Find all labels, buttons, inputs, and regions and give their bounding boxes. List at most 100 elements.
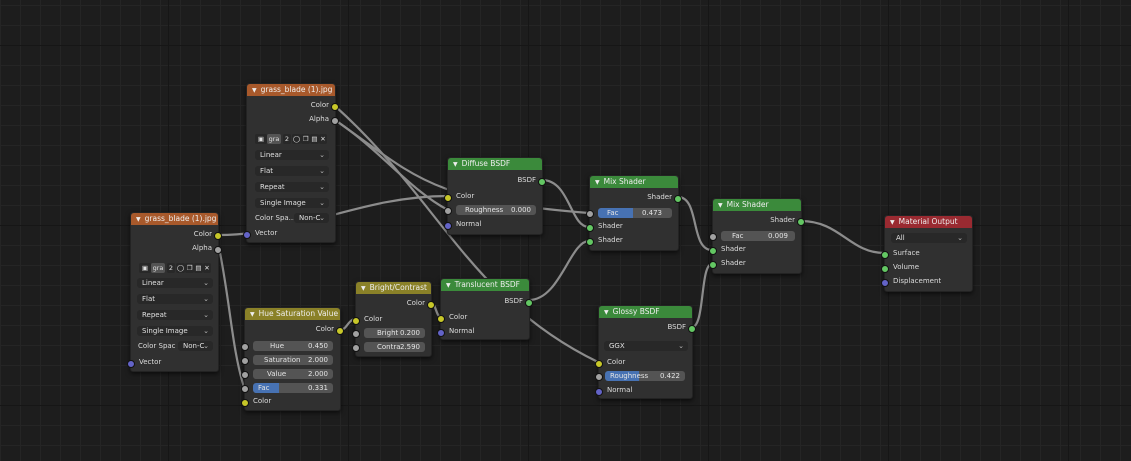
colorspace-dropdown[interactable]: Non-C ⌄: [178, 341, 213, 351]
value-field[interactable]: Value 2.000: [253, 369, 333, 379]
new-image-icon[interactable]: ❐: [301, 134, 310, 144]
input-color-socket[interactable]: [595, 360, 603, 368]
input-vector-socket[interactable]: [127, 360, 135, 368]
collapse-icon[interactable]: ▼: [890, 217, 895, 228]
image-browse-icon[interactable]: ▣: [255, 134, 267, 144]
input-fac-socket[interactable]: [709, 233, 717, 241]
interpolation-dropdown[interactable]: Linear ⌄: [255, 150, 329, 160]
hue-saturation-value-node[interactable]: ▼ Hue Saturation Value Color Hue 0.450 Sat…: [241, 307, 344, 411]
colorspace-dropdown[interactable]: Non-C ⌄: [294, 213, 329, 223]
input-fac-socket[interactable]: [241, 385, 249, 393]
output-alpha-socket[interactable]: [214, 246, 222, 254]
output-alpha-socket[interactable]: [331, 117, 339, 125]
roughness-field[interactable]: Roughness 0.000: [456, 205, 536, 215]
material-output-node[interactable]: ▼ Material Output All ⌄ Surface Volume Dis…: [881, 215, 973, 292]
image-name-field[interactable]: gra: [267, 134, 281, 144]
input-bright-socket[interactable]: [352, 330, 360, 338]
node-header[interactable]: ▼ Translucent BSDF: [441, 279, 529, 291]
collapse-icon[interactable]: ▼: [595, 177, 600, 188]
source-dropdown[interactable]: Single Image ⌄: [255, 198, 329, 208]
extension-dropdown[interactable]: Repeat ⌄: [137, 310, 213, 320]
output-bsdf-socket[interactable]: [525, 299, 533, 307]
image-name-field[interactable]: gra: [151, 263, 165, 273]
node-header[interactable]: ▼ grass_blade (1).jpg: [247, 84, 335, 96]
glossy-bsdf-node[interactable]: ▼ Glossy BSDF BSDF GGX ⌄ Color Roughness 0.…: [595, 305, 696, 399]
projection-dropdown[interactable]: Flat ⌄: [255, 166, 329, 176]
translucent-bsdf-node[interactable]: ▼ Translucent BSDF BSDF Color Normal: [437, 278, 533, 340]
output-shader-socket[interactable]: [797, 218, 805, 226]
new-image-icon[interactable]: ❐: [185, 263, 194, 273]
input-saturation-socket[interactable]: [241, 357, 249, 365]
hue-field[interactable]: Hue 0.450: [253, 341, 333, 351]
node-header[interactable]: ▼ Mix Shader: [713, 199, 801, 211]
collapse-icon[interactable]: ▼: [453, 159, 458, 170]
input-displacement-socket[interactable]: [881, 279, 889, 287]
input-shader1-socket[interactable]: [709, 247, 717, 255]
collapse-icon[interactable]: ▼: [446, 280, 451, 291]
fake-user-icon[interactable]: ◯: [176, 263, 185, 273]
target-dropdown[interactable]: All ⌄: [891, 233, 967, 243]
extension-dropdown[interactable]: Repeat ⌄: [255, 182, 329, 192]
contrast-field[interactable]: Contra 2.590: [364, 342, 425, 352]
collapse-icon[interactable]: ▼: [718, 200, 723, 211]
node-header[interactable]: ▼ Bright/Contrast: [356, 282, 431, 294]
bright-field[interactable]: Bright 0.200: [364, 328, 425, 338]
input-value-socket[interactable]: [241, 371, 249, 379]
collapse-icon[interactable]: ▼: [252, 85, 257, 96]
output-color-socket[interactable]: [331, 103, 339, 111]
distribution-dropdown[interactable]: GGX ⌄: [604, 341, 688, 351]
node-header[interactable]: ▼ Material Output: [885, 216, 972, 228]
fac-slider[interactable]: Fac 0.473: [598, 208, 672, 218]
input-contrast-socket[interactable]: [352, 344, 360, 352]
mix-shader-node-1[interactable]: ▼ Mix Shader Shader Fac 0.473 Shader Shade…: [586, 175, 682, 251]
image-texture-node-1[interactable]: ▼ grass_blade (1).jpg Color Alpha ▣ gra 2…: [243, 83, 339, 243]
fake-user-icon[interactable]: ◯: [292, 134, 301, 144]
unlink-image-icon[interactable]: ✕: [203, 263, 211, 273]
input-color-socket[interactable]: [444, 194, 452, 202]
output-color-socket[interactable]: [214, 232, 222, 240]
mix-shader-node-2[interactable]: ▼ Mix Shader Shader Fac 0.009 Shader Shade…: [709, 198, 805, 274]
node-header[interactable]: ▼ Hue Saturation Value: [245, 308, 340, 320]
input-normal-socket[interactable]: [437, 329, 445, 337]
collapse-icon[interactable]: ▼: [136, 214, 141, 225]
open-image-icon[interactable]: ▤: [310, 134, 319, 144]
input-shader2-socket[interactable]: [709, 261, 717, 269]
output-shader-socket[interactable]: [674, 195, 682, 203]
image-users-count[interactable]: 2: [283, 134, 291, 144]
input-vector-socket[interactable]: [243, 231, 251, 239]
collapse-icon[interactable]: ▼: [604, 307, 609, 318]
output-color-socket[interactable]: [427, 301, 435, 309]
input-fac-socket[interactable]: [586, 210, 594, 218]
input-color-socket[interactable]: [352, 317, 360, 325]
node-header[interactable]: ▼ Glossy BSDF: [599, 306, 692, 318]
bright-contrast-node[interactable]: ▼ Bright/Contrast Color Color Bright 0.200…: [352, 281, 435, 357]
image-browse-icon[interactable]: ▣: [139, 263, 151, 273]
input-volume-socket[interactable]: [881, 265, 889, 273]
diffuse-bsdf-node[interactable]: ▼ Diffuse BSDF BSDF Color Roughness 0.000 …: [444, 157, 546, 235]
output-bsdf-socket[interactable]: [688, 325, 696, 333]
saturation-field[interactable]: Saturation 2.000: [253, 355, 333, 365]
input-shader1-socket[interactable]: [586, 224, 594, 232]
projection-dropdown[interactable]: Flat ⌄: [137, 294, 213, 304]
image-selector[interactable]: ▣ gra 2 ◯ ❐ ▤ ✕: [139, 263, 211, 273]
input-hue-socket[interactable]: [241, 343, 249, 351]
unlink-image-icon[interactable]: ✕: [319, 134, 327, 144]
input-roughness-socket[interactable]: [444, 207, 452, 215]
output-color-socket[interactable]: [336, 327, 344, 335]
input-normal-socket[interactable]: [595, 388, 603, 396]
input-normal-socket[interactable]: [444, 222, 452, 230]
node-header[interactable]: ▼ grass_blade (1).jpg: [131, 213, 218, 225]
fac-field[interactable]: Fac 0.009: [721, 231, 795, 241]
interpolation-dropdown[interactable]: Linear ⌄: [137, 278, 213, 288]
node-header[interactable]: ▼ Mix Shader: [590, 176, 678, 188]
input-color-socket[interactable]: [241, 399, 249, 407]
fac-slider[interactable]: Fac 0.331: [253, 383, 333, 393]
open-image-icon[interactable]: ▤: [194, 263, 203, 273]
collapse-icon[interactable]: ▼: [361, 283, 366, 294]
input-shader2-socket[interactable]: [586, 238, 594, 246]
input-roughness-socket[interactable]: [595, 373, 603, 381]
input-surface-socket[interactable]: [881, 251, 889, 259]
output-bsdf-socket[interactable]: [538, 178, 546, 186]
collapse-icon[interactable]: ▼: [250, 309, 255, 320]
roughness-slider[interactable]: Roughness 0.422: [605, 371, 685, 381]
